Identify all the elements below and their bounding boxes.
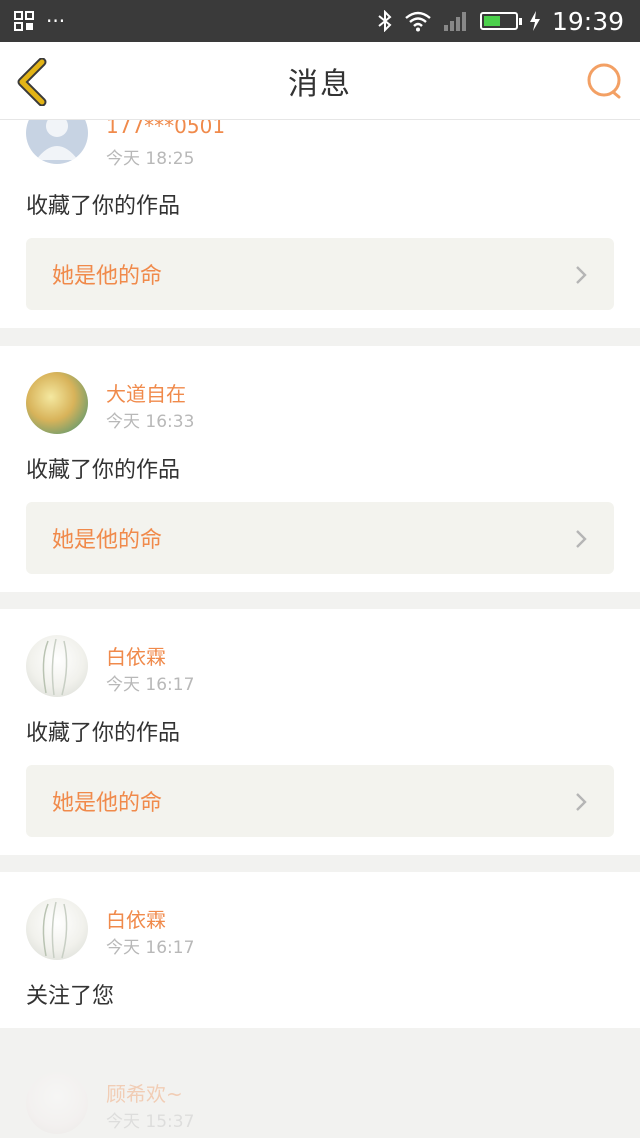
back-button[interactable] [14,57,54,107]
app-grid-icon [14,11,34,31]
battery-level [483,16,501,26]
avatar[interactable] [26,898,88,960]
wifi-icon [405,11,431,32]
back-chevron-icon [17,57,47,107]
search-icon [587,63,621,99]
work-link[interactable]: 她是他的命 [26,765,614,837]
action-text: 收藏了你的作品 [26,721,181,746]
work-title: 她是他的命 [52,528,163,553]
charging-icon [529,11,540,31]
timestamp: 今天 16:17 [106,938,195,958]
avatar[interactable] [26,1072,88,1134]
search-button[interactable] [586,62,624,100]
chevron-right-icon [576,793,587,811]
avatar[interactable] [26,372,88,434]
status-left: ··· [14,9,65,33]
work-link[interactable]: 她是他的命 [26,502,614,574]
avatar[interactable] [26,120,88,164]
message-item: 顾希欢~ 今天 15:37 [0,1028,640,1138]
avatar-illustration-icon [42,901,68,959]
avatar[interactable] [26,635,88,697]
message-item: 白依霖 今天 16:17 收藏了你的作品 她是他的命 [0,609,640,855]
username[interactable]: 大道自在 [106,378,186,407]
work-title: 她是他的命 [52,791,163,816]
username[interactable]: 白依霖 [106,904,166,933]
action-text: 关注了您 [26,984,115,1009]
nav-bar: 消息 [0,42,640,120]
default-avatar-icon [36,120,78,160]
signal-icon [443,12,466,31]
chevron-right-icon [576,530,587,548]
username[interactable]: 顾希欢~ [106,1078,183,1107]
chevron-right-icon [576,266,587,284]
page-title: 消息 [288,66,352,102]
work-link[interactable]: 她是他的命 [26,238,614,310]
status-time: 19:39 [551,6,624,36]
notification-dots: ··· [46,9,66,33]
action-text: 收藏了你的作品 [26,194,181,219]
battery-icon [479,12,522,30]
username[interactable]: 177***0501 [106,120,225,138]
message-item: 177***0501 今天 18:25 收藏了你的作品 她是他的命 [0,120,640,328]
status-bar: ··· 19:39 [0,0,640,42]
message-list: 177***0501 今天 18:25 收藏了你的作品 她是他的命 大道自在 今… [0,120,640,1138]
timestamp: 今天 16:33 [106,412,195,432]
work-title: 她是他的命 [52,264,163,289]
avatar-illustration-icon [42,638,68,696]
timestamp: 今天 18:25 [106,149,195,169]
username[interactable]: 白依霖 [106,641,166,670]
status-right: 19:39 [376,7,624,36]
timestamp: 今天 15:37 [106,1112,195,1132]
message-item: 大道自在 今天 16:33 收藏了你的作品 她是他的命 [0,346,640,592]
action-text: 收藏了你的作品 [26,458,181,483]
bluetooth-icon [378,10,392,32]
timestamp: 今天 16:17 [106,675,195,695]
message-item: 白依霖 今天 16:17 关注了您 [0,872,640,1028]
